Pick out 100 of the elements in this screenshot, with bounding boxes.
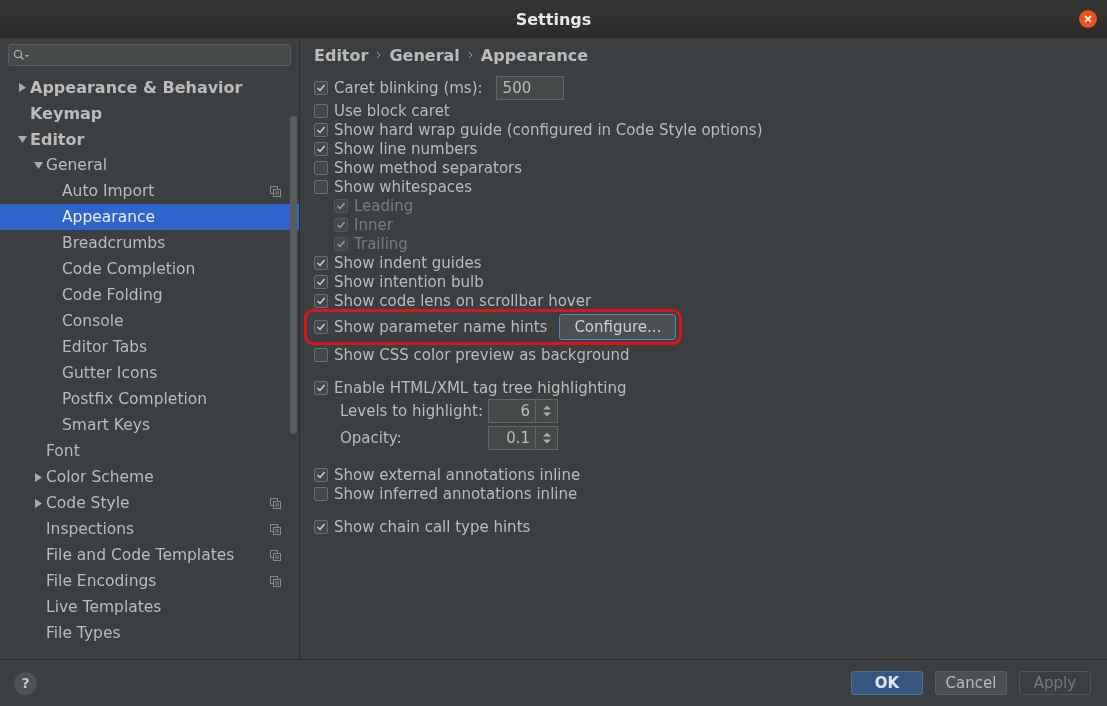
breadcrumb-item[interactable]: Appearance [480, 45, 589, 65]
chevron-icon [467, 51, 473, 59]
checkbox[interactable] [314, 81, 328, 95]
check-icon [316, 124, 326, 135]
option-label: Show indent guides [334, 253, 482, 272]
up-down-arrows-icon[interactable] [541, 430, 552, 445]
tree-item[interactable]: Code Folding [0, 282, 299, 308]
tree-item[interactable]: Editor [0, 126, 299, 152]
copy-icon [270, 497, 281, 509]
check-icon [336, 219, 346, 230]
option-label: Show code lens on scrollbar hover [334, 291, 592, 310]
tree-item[interactable]: Breadcrumbs [0, 230, 299, 256]
copy-icon [270, 575, 281, 587]
up-down-arrows-icon[interactable] [541, 403, 552, 418]
check-icon [316, 143, 326, 154]
tree-item[interactable]: Appearance [0, 204, 299, 230]
checkbox[interactable] [314, 179, 328, 194]
tree-item[interactable]: General [0, 152, 299, 178]
option-label: Use block caret [334, 101, 450, 120]
tree-item[interactable]: Postfix Completion [0, 386, 299, 412]
checkbox[interactable] [314, 467, 328, 482]
check-icon [316, 469, 326, 480]
checkbox[interactable] [314, 103, 328, 118]
tree-item[interactable]: Font [0, 438, 299, 464]
breadcrumb-item[interactable]: General [389, 45, 460, 65]
checkbox[interactable] [314, 380, 328, 395]
tree-item[interactable]: File Encodings [0, 568, 299, 594]
checkbox[interactable] [314, 519, 328, 534]
check-icon [316, 521, 326, 532]
search-icon[interactable] [13, 49, 29, 61]
option-label: Trailing [354, 234, 408, 253]
check-icon [336, 200, 346, 211]
help-button[interactable]: ? [14, 671, 37, 695]
tree-item[interactable]: File Types [0, 620, 299, 646]
dialog-button[interactable]: OK [851, 671, 923, 695]
tree-item[interactable]: Console [0, 308, 299, 334]
option-label: Show external annotations inline [334, 465, 581, 484]
scrollbar-thumb[interactable] [290, 116, 297, 434]
check-icon [316, 382, 326, 393]
search-field[interactable] [8, 44, 291, 66]
dialog-button[interactable]: Cancel [935, 671, 1007, 695]
input-field[interactable]: 500 [495, 76, 564, 100]
tree-item[interactable]: Live Templates [0, 594, 299, 620]
option-label: Show chain call type hints [334, 517, 531, 536]
collapsed-arrow-icon[interactable] [33, 472, 43, 482]
check-icon [316, 83, 326, 93]
option-label: Opacity: [340, 428, 403, 447]
spinner-button[interactable] [536, 398, 558, 423]
option-label: Show whitespaces [334, 177, 473, 196]
checkbox[interactable] [314, 160, 328, 175]
number-field[interactable]: 0.1 [488, 425, 536, 450]
option-label: Show intention bulb [334, 272, 484, 291]
option-label: Leading [354, 196, 414, 215]
tree-item[interactable]: File and Code Templates [0, 542, 299, 568]
checkbox[interactable] [314, 320, 328, 334]
check-icon [316, 257, 326, 268]
option-label: Inner [354, 215, 393, 234]
check-icon [316, 322, 326, 332]
copy-icon [270, 185, 281, 197]
copy-icon [270, 523, 281, 535]
expanded-arrow-icon[interactable] [33, 160, 43, 170]
checkbox[interactable] [314, 486, 328, 501]
collapsed-arrow-icon[interactable] [33, 498, 43, 508]
option-label: Show CSS color preview as background [334, 345, 630, 364]
checkbox[interactable] [314, 347, 328, 362]
tree-item[interactable]: Auto Import [0, 178, 299, 204]
breadcrumb-item[interactable]: Editor [314, 45, 369, 65]
tree-item[interactable]: Inspections [0, 516, 299, 542]
checkbox[interactable] [314, 274, 328, 289]
option-label: Enable HTML/XML tag tree highlighting [334, 378, 627, 397]
check-icon [336, 238, 346, 249]
option-label: Levels to highlight: [340, 401, 484, 420]
option-label: Show line numbers [334, 139, 478, 158]
option-label: Caret blinking (ms): [334, 79, 483, 97]
checkbox[interactable] [314, 141, 328, 156]
option-label: Show method separators [334, 158, 523, 177]
tree-item[interactable]: Smart Keys [0, 412, 299, 438]
collapsed-arrow-icon[interactable] [17, 82, 27, 92]
checkbox[interactable] [314, 255, 328, 270]
copy-icon [270, 549, 281, 561]
checkbox[interactable] [314, 122, 328, 137]
check-icon [316, 295, 326, 306]
expanded-arrow-icon[interactable] [17, 134, 27, 144]
option-label: Show parameter name hints [334, 318, 548, 336]
tree-item[interactable]: Code Completion [0, 256, 299, 282]
tree-item[interactable]: Color Scheme [0, 464, 299, 490]
option-label: Show inferred annotations inline [334, 484, 578, 503]
checkbox[interactable] [314, 293, 328, 308]
window-title: Settings [515, 9, 592, 29]
tree-item[interactable]: Gutter Icons [0, 360, 299, 386]
tree-item[interactable]: Keymap [0, 100, 299, 126]
chevron-icon [376, 51, 382, 59]
close-icon[interactable] [1079, 10, 1097, 28]
number-field[interactable]: 6 [488, 398, 536, 423]
check-icon [316, 276, 326, 287]
spinner-button[interactable] [536, 425, 558, 450]
tree-item[interactable]: Editor Tabs [0, 334, 299, 360]
tree-item[interactable]: Code Style [0, 490, 299, 516]
configure-button[interactable]: Configure... [559, 314, 677, 340]
tree-item[interactable]: Appearance & Behavior [0, 74, 299, 100]
